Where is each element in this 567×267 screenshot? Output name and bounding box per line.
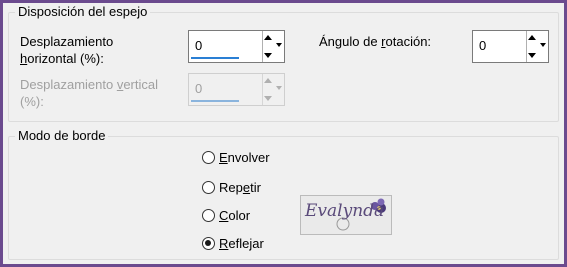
- rotation-label-rest: otación:: [385, 34, 432, 49]
- horizontal-offset-spinbox[interactable]: 0: [188, 30, 285, 63]
- dropdown-arrow-icon: [540, 43, 546, 47]
- vertical-offset-stepper: [262, 74, 274, 105]
- vertical-offset-spinbox: 0: [188, 73, 285, 106]
- envolver-access-key: E: [219, 150, 228, 165]
- vertical-offset-value: 0: [195, 81, 203, 96]
- envolver-label-rest: nvolver: [227, 150, 270, 165]
- horizontal-offset-label-line1: Desplazamiento: [20, 34, 114, 49]
- increment-arrow-icon: [264, 78, 272, 83]
- radio-circle-icon[interactable]: [202, 209, 215, 222]
- mirror-dialog: Disposición del espejo Desplazamiento ho…: [3, 3, 564, 264]
- repetir-label-start: Rep: [219, 180, 243, 195]
- radio-envolver[interactable]: Envolver: [202, 150, 270, 165]
- horizontal-offset-label-rest: orizontal (%):: [27, 51, 104, 66]
- decrement-arrow-icon[interactable]: [264, 53, 272, 58]
- vertical-offset-label-line2: (%):: [20, 94, 44, 109]
- radio-repetir-label: Repetir: [219, 180, 261, 195]
- radio-color[interactable]: Color: [202, 208, 250, 223]
- vertical-offset-slider-bar: [191, 100, 239, 102]
- dropdown-arrow-icon: [276, 86, 282, 90]
- radio-circle-icon[interactable]: [202, 151, 215, 164]
- reflejar-label-rest: eflejar: [228, 236, 264, 251]
- increment-arrow-icon[interactable]: [528, 35, 536, 40]
- radio-reflejar-label: Reflejar: [219, 236, 264, 251]
- vertical-offset-label-rest: ertical: [123, 77, 159, 92]
- horizontal-offset-dropdown[interactable]: [274, 31, 284, 62]
- vertical-offset-label-line1: Desplazamiento vertical: [20, 76, 158, 93]
- decrement-arrow-icon: [264, 96, 272, 101]
- horizontal-offset-stepper[interactable]: [262, 31, 274, 62]
- horizontal-offset-slider-bar[interactable]: [191, 57, 239, 59]
- border-mode-group: Modo de borde: [8, 128, 559, 260]
- radio-color-label: Color: [219, 208, 250, 223]
- dropdown-arrow-icon: [276, 43, 282, 47]
- rotation-angle-spinbox[interactable]: 0: [472, 30, 549, 63]
- border-mode-title: Modo de borde: [15, 128, 109, 144]
- radio-envolver-label: Envolver: [219, 150, 270, 165]
- color-access-key: C: [219, 208, 229, 223]
- radio-circle-selected-icon[interactable]: [202, 237, 215, 250]
- rotation-angle-stepper[interactable]: [526, 31, 538, 62]
- horizontal-offset-label: Desplazamiento horizontal (%):: [20, 33, 113, 67]
- vertical-offset-label-start: Desplazamiento: [20, 77, 117, 92]
- rotation-angle-value[interactable]: 0: [479, 38, 486, 54]
- decrement-arrow-icon[interactable]: [528, 53, 536, 58]
- repetir-access-key: e: [242, 180, 251, 195]
- rotation-angle-label: Ángulo de rotación:: [319, 33, 431, 50]
- color-label-rest: olor: [228, 208, 251, 223]
- horizontal-offset-label-line2: horizontal (%):: [20, 50, 113, 67]
- reflejar-access-key: R: [219, 236, 229, 251]
- mirror-group-title: Disposición del espejo: [15, 4, 151, 20]
- vertical-offset-label: Desplazamiento vertical (%):: [20, 76, 158, 110]
- radio-reflejar[interactable]: Reflejar: [202, 236, 264, 251]
- radio-repetir[interactable]: Repetir: [202, 180, 261, 195]
- horizontal-offset-value[interactable]: 0: [195, 38, 202, 54]
- vertical-offset-dropdown: [274, 74, 284, 105]
- rotation-angle-dropdown[interactable]: [538, 31, 548, 62]
- watermark-text: Evalynda: [305, 201, 385, 221]
- radio-circle-icon[interactable]: [202, 181, 215, 194]
- watermark-logo: Evalynda: [300, 195, 392, 235]
- rotation-label-start: Ángulo de: [319, 34, 382, 49]
- increment-arrow-icon[interactable]: [264, 35, 272, 40]
- repetir-label-rest: tir: [250, 180, 261, 195]
